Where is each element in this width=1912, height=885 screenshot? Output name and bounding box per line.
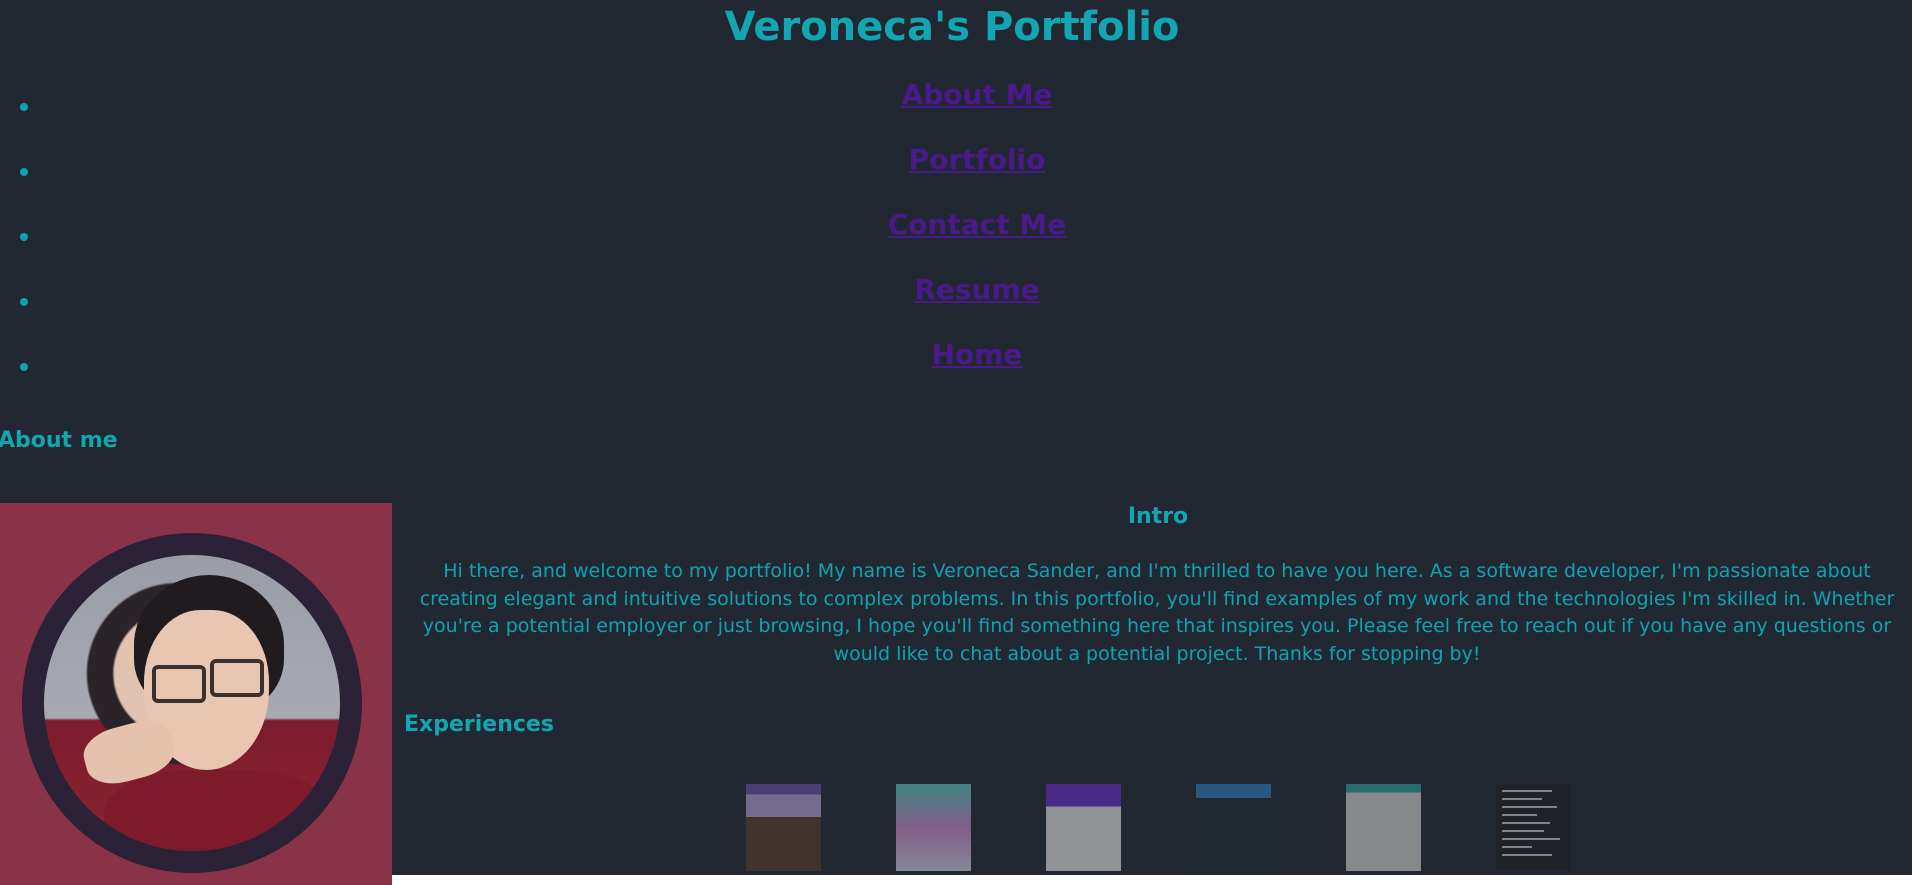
nav-item-contact-me: Contact Me — [0, 206, 1912, 271]
code-line — [1502, 838, 1560, 840]
intro-heading: Intro — [1127, 504, 1189, 529]
nav-link-resume[interactable]: Resume — [0, 273, 1912, 306]
profile-photo — [44, 555, 340, 851]
profile-photo-frame — [22, 533, 362, 873]
code-line — [1502, 798, 1542, 800]
nav-link-portfolio[interactable]: Portfolio — [0, 143, 1912, 176]
nav-item-home: Home — [0, 336, 1912, 401]
nav-link-contact-me[interactable]: Contact Me — [0, 208, 1912, 241]
about-heading: About me — [0, 428, 118, 453]
code-line — [1502, 854, 1552, 856]
page-bottom-strip — [392, 875, 1912, 885]
nav-item-about-me: About Me — [0, 76, 1912, 141]
project-thumbnail-1[interactable] — [746, 784, 821, 871]
project-thumbnail-4[interactable] — [1196, 784, 1271, 871]
code-line — [1502, 830, 1544, 832]
photo-glasses-right — [210, 659, 264, 697]
code-line — [1502, 806, 1557, 808]
intro-paragraph: Hi there, and welcome to my portfolio! M… — [419, 560, 1895, 665]
nav-link-home[interactable]: Home — [0, 338, 1912, 371]
photo-shirt — [104, 770, 334, 851]
photo-glasses-left — [152, 665, 206, 703]
code-line — [1502, 846, 1532, 848]
project-thumbnail-5[interactable] — [1346, 784, 1421, 871]
project-thumbnail-2[interactable] — [896, 784, 971, 871]
code-line — [1502, 814, 1537, 816]
code-line — [1502, 822, 1550, 824]
nav-link-about-me[interactable]: About Me — [0, 78, 1912, 111]
profile-photo-panel — [0, 503, 392, 885]
nav-item-resume: Resume — [0, 271, 1912, 336]
page-title: Veroneca's Portfolio — [724, 4, 1180, 50]
nav-item-portfolio: Portfolio — [0, 141, 1912, 206]
main-nav: About Me Portfolio Contact Me Resume Hom… — [0, 76, 1912, 401]
project-thumbnail-3[interactable] — [1046, 784, 1121, 871]
experiences-heading: Experiences — [404, 712, 554, 737]
project-thumbnail-6[interactable] — [1496, 784, 1571, 871]
code-line — [1502, 790, 1552, 792]
